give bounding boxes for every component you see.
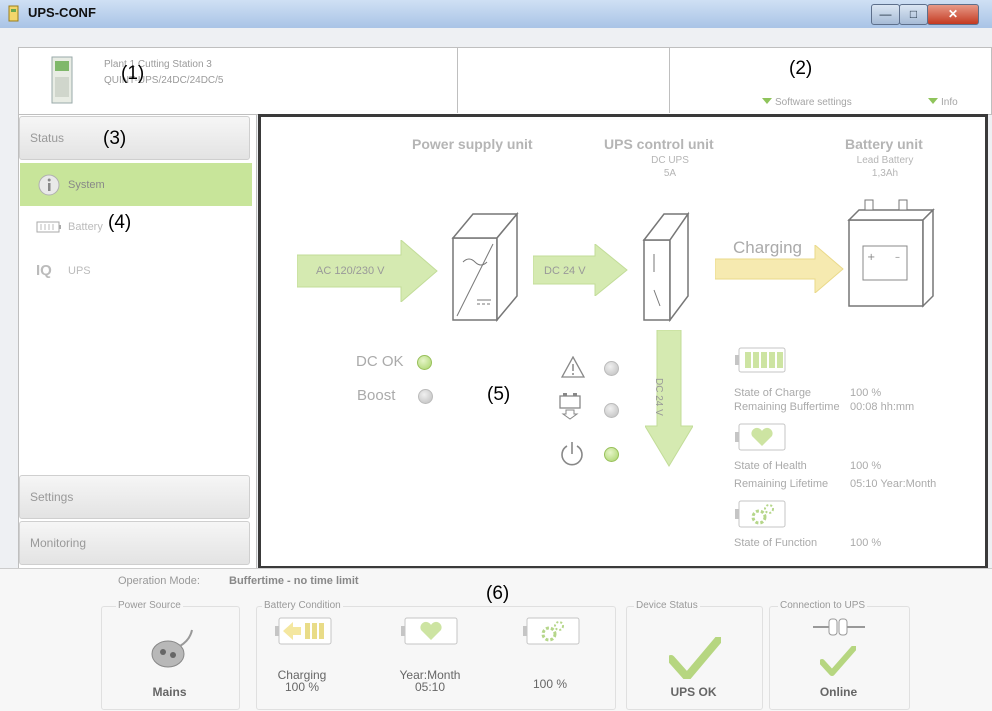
sidebar-item-battery-label: Battery [68, 221, 103, 233]
title-bar [0, 0, 992, 29]
device-image-icon [51, 56, 73, 104]
callout-1: (1) [121, 63, 145, 84]
connection-value: Online [819, 685, 858, 699]
monitoring-section-label: Monitoring [30, 536, 87, 550]
function-gear-icon [735, 500, 786, 528]
info-label: Info [941, 97, 958, 108]
status-section-header[interactable]: Status [19, 116, 250, 160]
iq-icon: IQ [36, 262, 52, 279]
state-of-function-label: State of Function [734, 537, 818, 549]
dc-link-label: DC 24 V [544, 265, 586, 277]
minimize-button[interactable]: — [871, 4, 900, 25]
device-status-value: UPS OK [670, 685, 717, 699]
battery-capacity: 1,3Ah [871, 168, 899, 179]
state-of-function-value: 100 % [850, 537, 882, 549]
lifetime-value: 05:10 [414, 680, 446, 694]
remaining-lifetime-value: 05:10 Year:Month [850, 478, 937, 490]
maximize-button[interactable]: □ [899, 4, 928, 25]
power-plug-icon [151, 629, 193, 668]
settings-section-label: Settings [30, 490, 74, 504]
battery-discharge-led [604, 403, 619, 418]
svg-text:–: – [895, 252, 900, 263]
callout-4: (4) [108, 212, 132, 233]
connection-checkmark-icon [820, 646, 856, 676]
boost-led [418, 389, 433, 404]
power-supply-icon [451, 211, 519, 322]
sidebar-item-system-label: System [68, 179, 105, 191]
function-percent: 100 % [532, 677, 568, 691]
checkmark-icon [669, 637, 721, 679]
callout-6: (6) [486, 583, 510, 604]
connector-icon [813, 618, 865, 636]
remaining-buffertime-label: Remaining Buffertime [734, 401, 840, 413]
health-heart-icon [735, 423, 786, 451]
chevron-down-icon [928, 98, 938, 104]
app-icon [8, 5, 19, 22]
charging-label: Charging [733, 238, 802, 257]
battery-health-icon [401, 617, 458, 645]
info-link[interactable]: Info [928, 97, 958, 108]
settings-section-header[interactable]: Settings [19, 475, 250, 519]
state-of-health-label: State of Health [734, 460, 807, 472]
system-diagram-panel [258, 114, 988, 569]
state-of-charge-label: State of Charge [734, 387, 812, 399]
warning-led [604, 361, 619, 376]
power-supply-title: Power supply unit [412, 136, 533, 152]
sidebar-item-ups-label: UPS [68, 265, 91, 277]
monitoring-section-header[interactable]: Monitoring [19, 521, 250, 565]
info-icon [38, 174, 60, 196]
battery-type: Lead Battery [856, 155, 914, 166]
state-of-charge-value: 100 % [850, 387, 882, 399]
boost-label: Boost [357, 387, 396, 404]
warning-icon [561, 356, 585, 378]
software-settings-link[interactable]: Software settings [762, 97, 852, 108]
battery-function-icon [523, 617, 580, 645]
ac-input-label: AC 120/230 V [316, 265, 385, 277]
close-button[interactable]: ✕ [927, 4, 979, 25]
window-title: UPS-CONF [28, 5, 96, 20]
ups-control-type: DC UPS [651, 155, 689, 166]
battery-charging-icon [275, 617, 332, 645]
ups-control-current: 5A [663, 168, 677, 179]
chevron-down-icon [762, 98, 772, 104]
battery-unit-title: Battery unit [845, 136, 923, 152]
battery-condition-label: Battery Condition [262, 600, 343, 611]
ups-control-unit-icon [642, 211, 690, 322]
dc-ok-led [417, 355, 432, 370]
power-icon [561, 442, 583, 466]
operation-mode-label: Operation Mode: [118, 575, 200, 587]
power-source-value: Mains [152, 685, 187, 699]
dc-ok-label: DC OK [356, 353, 404, 370]
strip-divider [457, 47, 458, 113]
ups-control-title: UPS control unit [604, 136, 714, 152]
power-source-label: Power Source [116, 600, 183, 611]
battery-discharge-icon [559, 393, 581, 420]
strip-divider [669, 47, 670, 113]
power-led [604, 447, 619, 462]
state-of-health-value: 100 % [850, 460, 882, 472]
charging-percent: 100 % [284, 680, 320, 694]
battery-icon [36, 221, 61, 233]
svg-text:+: + [867, 252, 875, 263]
operation-mode-value: Buffertime - no time limit [229, 575, 359, 587]
callout-3: (3) [103, 128, 127, 149]
dc-output-label: DC 24 V [653, 378, 664, 416]
software-settings-label: Software settings [775, 97, 852, 108]
sidebar-item-ups[interactable] [20, 255, 252, 285]
battery-unit-icon: + – [847, 199, 935, 308]
callout-5: (5) [487, 384, 511, 405]
connection-label: Connection to UPS [778, 600, 868, 611]
remaining-lifetime-label: Remaining Lifetime [734, 478, 829, 490]
device-status-label: Device Status [634, 600, 700, 611]
callout-2: (2) [789, 58, 813, 79]
charge-level-icon [735, 347, 786, 373]
status-section-label: Status [30, 131, 65, 145]
remaining-buffertime-value: 00:08 hh:mm [850, 401, 915, 413]
